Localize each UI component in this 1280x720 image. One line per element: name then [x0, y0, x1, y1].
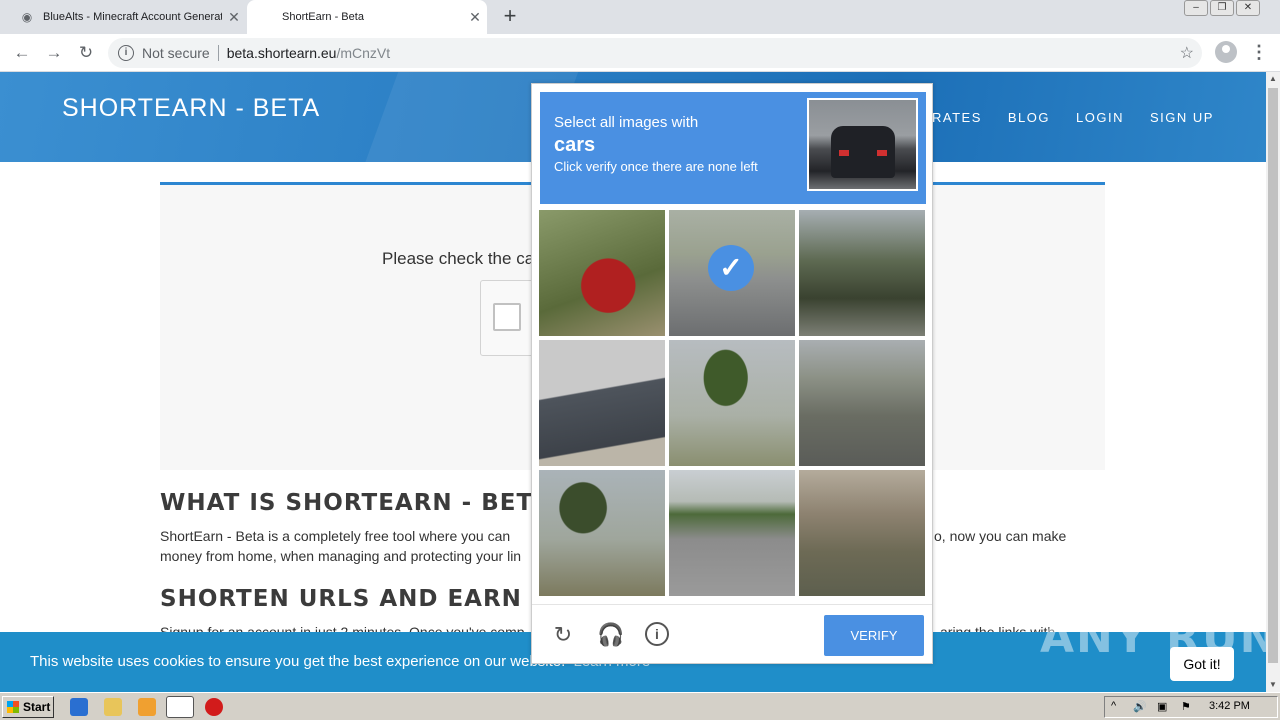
grid-tile-7[interactable]: [539, 470, 665, 596]
grid-tile-1[interactable]: [539, 210, 665, 336]
scroll-thumb[interactable]: [1268, 88, 1278, 663]
nav-rates[interactable]: RATES: [932, 110, 982, 125]
tab-title: BlueAlts - Minecraft Account Generat: [43, 11, 222, 23]
grid-tile-9[interactable]: [799, 470, 925, 596]
tail-light: [839, 150, 849, 156]
instruction-text: Select all images with: [554, 114, 699, 131]
flag-icon[interactable]: ⚑: [1181, 700, 1191, 713]
tab-strip: ◉ BlueAlts - Minecraft Account Generat ✕…: [0, 0, 1280, 34]
security-label: Not secure: [142, 45, 210, 61]
profile-avatar[interactable]: [1215, 41, 1237, 63]
instruction-subtext: Click verify once there are none left: [554, 159, 758, 174]
audio-challenge-icon[interactable]: 🎧: [597, 622, 624, 648]
chrome-taskbar-button[interactable]: [166, 696, 194, 718]
scroll-down-icon[interactable]: ▼: [1266, 678, 1280, 692]
network-icon[interactable]: ▣: [1157, 700, 1167, 713]
start-button[interactable]: Start: [2, 696, 54, 718]
heading-shorten: SHORTEN URLS AND EARN MO: [160, 586, 576, 612]
reload-challenge-icon[interactable]: ↻: [550, 622, 576, 648]
tab-title: ShortEarn - Beta: [282, 11, 364, 23]
tab-shortearn[interactable]: ShortEarn - Beta ✕: [247, 0, 487, 34]
close-window-icon[interactable]: ✕: [1236, 0, 1260, 16]
site-brand[interactable]: SHORTEARN - BETA: [62, 94, 320, 123]
cookie-message: This website uses cookies to ensure you …: [30, 653, 566, 670]
eye-icon: ◉: [21, 10, 33, 24]
back-icon[interactable]: ←: [10, 41, 34, 65]
clock[interactable]: 3:42 PM: [1209, 700, 1250, 712]
tab-close-icon[interactable]: ✕: [463, 9, 487, 26]
recaptcha-checkbox[interactable]: [493, 303, 521, 331]
page-scrollbar[interactable]: ▲ ▼: [1266, 72, 1280, 692]
grid-tile-6[interactable]: [799, 340, 925, 466]
anyrun-watermark: ANY RUN: [1040, 612, 1279, 663]
para-line: ShortEarn - Beta is a completely free to…: [160, 528, 511, 544]
reload-icon[interactable]: ↻: [74, 41, 98, 65]
help-info-icon[interactable]: i: [645, 622, 669, 646]
verify-button[interactable]: VERIFY: [824, 615, 924, 656]
window-controls: – ❐ ✕: [1182, 0, 1260, 18]
minimize-icon[interactable]: –: [1184, 0, 1208, 16]
windows-taskbar: Start ^ 🔊 ▣ ⚑ 3:42 PM: [0, 692, 1280, 720]
tab-bluealts[interactable]: ◉ BlueAlts - Minecraft Account Generat ✕: [8, 0, 246, 34]
ie-icon[interactable]: [70, 698, 88, 716]
site-nav: RATES BLOG LOGIN SIGN UP: [906, 110, 1214, 125]
challenge-footer: ↻ 🎧 i VERIFY: [532, 604, 932, 664]
info-icon[interactable]: i: [118, 45, 134, 61]
challenge-header: Select all images with cars Click verify…: [540, 92, 926, 204]
tab-close-icon[interactable]: ✕: [222, 9, 246, 26]
image-grid: ✓: [539, 210, 927, 598]
para-line: o, now you can make: [934, 528, 1067, 544]
opera-icon[interactable]: [205, 698, 223, 716]
grid-tile-8[interactable]: [669, 470, 795, 596]
scroll-up-icon[interactable]: ▲: [1266, 72, 1280, 86]
new-tab-button[interactable]: +: [498, 4, 522, 28]
volume-icon[interactable]: 🔊: [1133, 700, 1147, 713]
grid-tile-5[interactable]: [669, 340, 795, 466]
forward-icon[interactable]: →: [42, 41, 66, 65]
sample-car-image: [807, 98, 918, 191]
heading-what-is: WHAT IS SHORTEARN - BETA?: [160, 490, 565, 516]
maximize-icon[interactable]: ❐: [1210, 0, 1234, 16]
grid-tile-3[interactable]: [799, 210, 925, 336]
nav-login[interactable]: LOGIN: [1076, 110, 1124, 125]
para-line: money from home, when managing and prote…: [160, 548, 522, 564]
browser-menu-icon[interactable]: ⋮: [1250, 41, 1268, 63]
url-host: beta.shortearn.eu: [226, 45, 337, 61]
selected-check-icon: ✓: [708, 245, 754, 291]
browser-toolbar: ← → ↻ i Not secure beta.shortearn.eu /mC…: [0, 34, 1280, 72]
address-bar[interactable]: i Not secure beta.shortearn.eu /mCnzVt ☆: [108, 38, 1202, 68]
url-path: /mCnzVt: [336, 45, 391, 61]
system-tray: ^ 🔊 ▣ ⚑ 3:42 PM: [1104, 696, 1278, 718]
recaptcha-challenge: Select all images with cars Click verify…: [531, 83, 933, 664]
explorer-icon[interactable]: [104, 698, 122, 716]
media-player-icon[interactable]: [138, 698, 156, 716]
check-message: Please check the ca: [382, 249, 535, 268]
nav-signup[interactable]: SIGN UP: [1150, 110, 1214, 125]
tray-chevron-icon[interactable]: ^: [1111, 700, 1116, 712]
grid-tile-2[interactable]: ✓: [669, 210, 795, 336]
target-object: cars: [554, 134, 596, 156]
divider: [217, 45, 219, 61]
grid-tile-4[interactable]: [539, 340, 665, 466]
bookmark-star-icon[interactable]: ☆: [1180, 43, 1194, 63]
tail-light: [877, 150, 887, 156]
nav-blog[interactable]: BLOG: [1008, 110, 1050, 125]
